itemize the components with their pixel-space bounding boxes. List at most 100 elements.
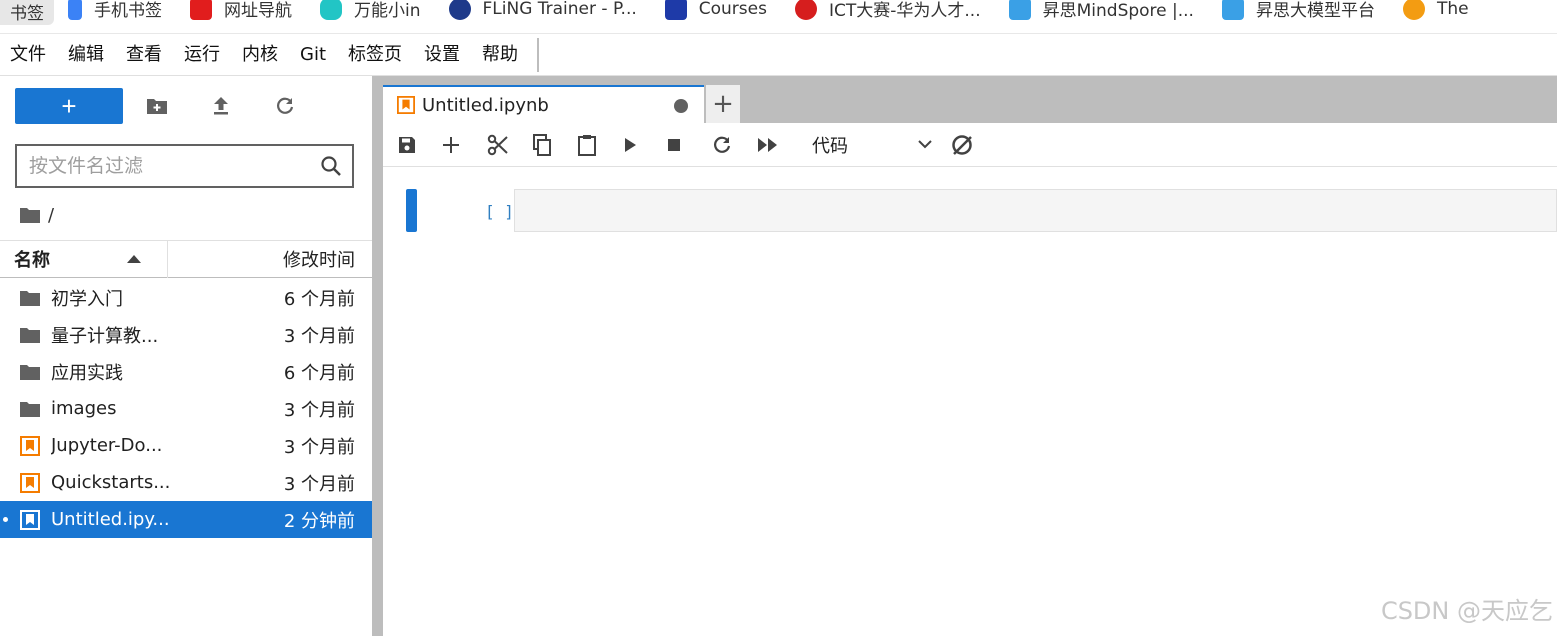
breadcrumb-root[interactable]: / — [48, 205, 54, 226]
paste-button[interactable] — [577, 123, 622, 167]
file-modified: 3 个月前 — [283, 436, 355, 458]
run-button[interactable] — [622, 123, 667, 167]
notebook-icon — [20, 436, 40, 456]
list-item-selected[interactable]: Untitled.ipy... 2 分钟前 — [0, 501, 372, 538]
menu-bar: 文件 编辑 查看 运行 内核 Git 标签页 设置 帮助 — [0, 34, 1557, 76]
file-browser: + / 名称 修改时间 — [0, 76, 372, 636]
refresh-button[interactable] — [253, 88, 317, 124]
file-modified: 6 个月前 — [283, 288, 355, 310]
code-cell[interactable]: [ ]: — [406, 189, 1557, 233]
new-folder-button[interactable] — [125, 88, 189, 124]
cut-button[interactable] — [487, 123, 532, 167]
new-tab-button[interactable]: + — [706, 85, 740, 123]
menu-git[interactable]: Git — [289, 34, 337, 76]
file-name: 量子计算教... — [51, 325, 159, 347]
file-browser-toolbar: + — [15, 88, 317, 124]
list-item[interactable]: images 3 个月前 — [0, 390, 372, 427]
cell-collapser[interactable] — [406, 189, 417, 232]
restart-icon — [714, 136, 731, 153]
file-modified: 3 个月前 — [283, 325, 355, 347]
filter-field[interactable] — [15, 144, 354, 188]
file-name: 初学入门 — [51, 288, 123, 310]
bookmark-item[interactable]: Courses — [651, 0, 781, 26]
chevron-down-icon — [918, 140, 932, 149]
nav-icon — [190, 0, 212, 20]
insert-cell-button[interactable] — [442, 123, 487, 167]
globe-icon — [448, 0, 471, 20]
sort-ascending-icon — [127, 255, 141, 263]
file-modified: 3 个月前 — [283, 399, 355, 421]
list-item[interactable]: Quickstarts.... 3 个月前 — [0, 464, 372, 501]
bookmark-item[interactable]: 昇思MindSpore |... — [995, 0, 1208, 26]
unsaved-indicator-icon[interactable] — [674, 99, 688, 113]
file-list: 初学入门 6 个月前 量子计算教... 3 个月前 应用实践 6 个月前 ima… — [0, 279, 372, 538]
menu-help[interactable]: 帮助 — [471, 34, 529, 76]
upload-button[interactable] — [189, 88, 253, 124]
refresh-icon — [277, 97, 294, 114]
running-indicator — [3, 517, 8, 522]
tab-bar: Untitled.ipynb + — [383, 76, 1557, 123]
cell-type-select[interactable]: 代码 — [812, 130, 942, 160]
menu-edit[interactable]: 编辑 — [57, 34, 115, 76]
menu-file[interactable]: 文件 — [0, 34, 57, 76]
menu-view[interactable]: 查看 — [115, 34, 173, 76]
menu-kernel[interactable]: 内核 — [231, 34, 289, 76]
tab-untitled-notebook[interactable]: Untitled.ipynb — [383, 85, 704, 123]
notebook-icon — [397, 96, 415, 114]
file-name: Jupyter-Do... — [51, 435, 163, 456]
menu-divider — [537, 37, 540, 72]
huawei-icon — [794, 0, 817, 20]
folder-icon — [20, 365, 40, 380]
bookmark-item[interactable]: 书签 — [0, 0, 54, 25]
watermark: CSDN @天应乞 — [1380, 597, 1553, 625]
list-item[interactable]: 应用实践 6 个月前 — [0, 353, 372, 390]
fast-forward-icon — [758, 137, 777, 152]
folder-icon[interactable] — [20, 207, 40, 223]
restart-run-all-button[interactable] — [757, 123, 802, 167]
bookmarks-bar: 书签 手机书签 网址导航 万能小in FLiNG Trainer - P... … — [0, 0, 1557, 34]
filter-input[interactable] — [29, 155, 320, 177]
folder-icon — [20, 291, 40, 306]
interrupt-button[interactable] — [667, 123, 712, 167]
new-folder-icon — [147, 99, 167, 114]
copy-button[interactable] — [532, 123, 577, 167]
bookmark-item[interactable]: 万能小in — [306, 0, 435, 26]
save-button[interactable] — [397, 123, 442, 167]
bookmark-item[interactable]: FLiNG Trainer - P... — [435, 0, 651, 26]
search-icon — [321, 156, 341, 176]
menu-run[interactable]: 运行 — [173, 34, 231, 76]
stop-icon — [668, 138, 680, 151]
restart-button[interactable] — [712, 123, 757, 167]
bookmark-item[interactable]: 网址导航 — [176, 0, 306, 26]
list-item[interactable]: 量子计算教... 3 个月前 — [0, 316, 372, 353]
kernel-status[interactable] — [950, 123, 995, 167]
list-item[interactable]: 初学入门 6 个月前 — [0, 279, 372, 316]
jupyterlab-window: 书签 手机书签 网址导航 万能小in FLiNG Trainer - P... … — [0, 0, 1557, 636]
kernel-idle-icon — [952, 134, 972, 155]
bookmark-item[interactable]: 昇思大模型平台 — [1208, 0, 1389, 26]
bookmark-item[interactable]: 手机书签 — [54, 0, 176, 26]
column-name-header[interactable]: 名称 — [0, 240, 168, 278]
robot-icon — [320, 0, 342, 20]
breadcrumb: / — [20, 204, 54, 226]
new-launcher-button[interactable]: + — [15, 88, 123, 124]
bookmark-item[interactable]: ICT大赛-华为人才... — [781, 0, 995, 26]
menu-tabs[interactable]: 标签页 — [337, 34, 413, 76]
add-icon — [443, 136, 459, 153]
file-name: Untitled.ipy... — [51, 509, 170, 530]
list-item[interactable]: Jupyter-Do... 3 个月前 — [0, 427, 372, 464]
menu-settings[interactable]: 设置 — [413, 34, 471, 76]
cell-editor[interactable] — [514, 189, 1557, 232]
file-name: Quickstarts.... — [51, 472, 171, 493]
play-icon — [625, 137, 636, 152]
file-modified: 2 分钟前 — [283, 510, 355, 532]
notebook-area: Untitled.ipynb + 代码 []: CSDN @天应乞 — [383, 76, 1557, 636]
tab-label: Untitled.ipynb — [422, 94, 549, 116]
cell-type-value: 代码 — [812, 135, 848, 157]
paste-icon — [578, 134, 596, 156]
panel-splitter[interactable] — [372, 76, 383, 636]
scissors-icon — [487, 134, 508, 155]
bookmark-item[interactable]: The — [1389, 0, 1483, 26]
notebook-toolbar: 代码 — [383, 123, 1557, 167]
column-modified-header[interactable]: 修改时间 — [168, 246, 372, 272]
